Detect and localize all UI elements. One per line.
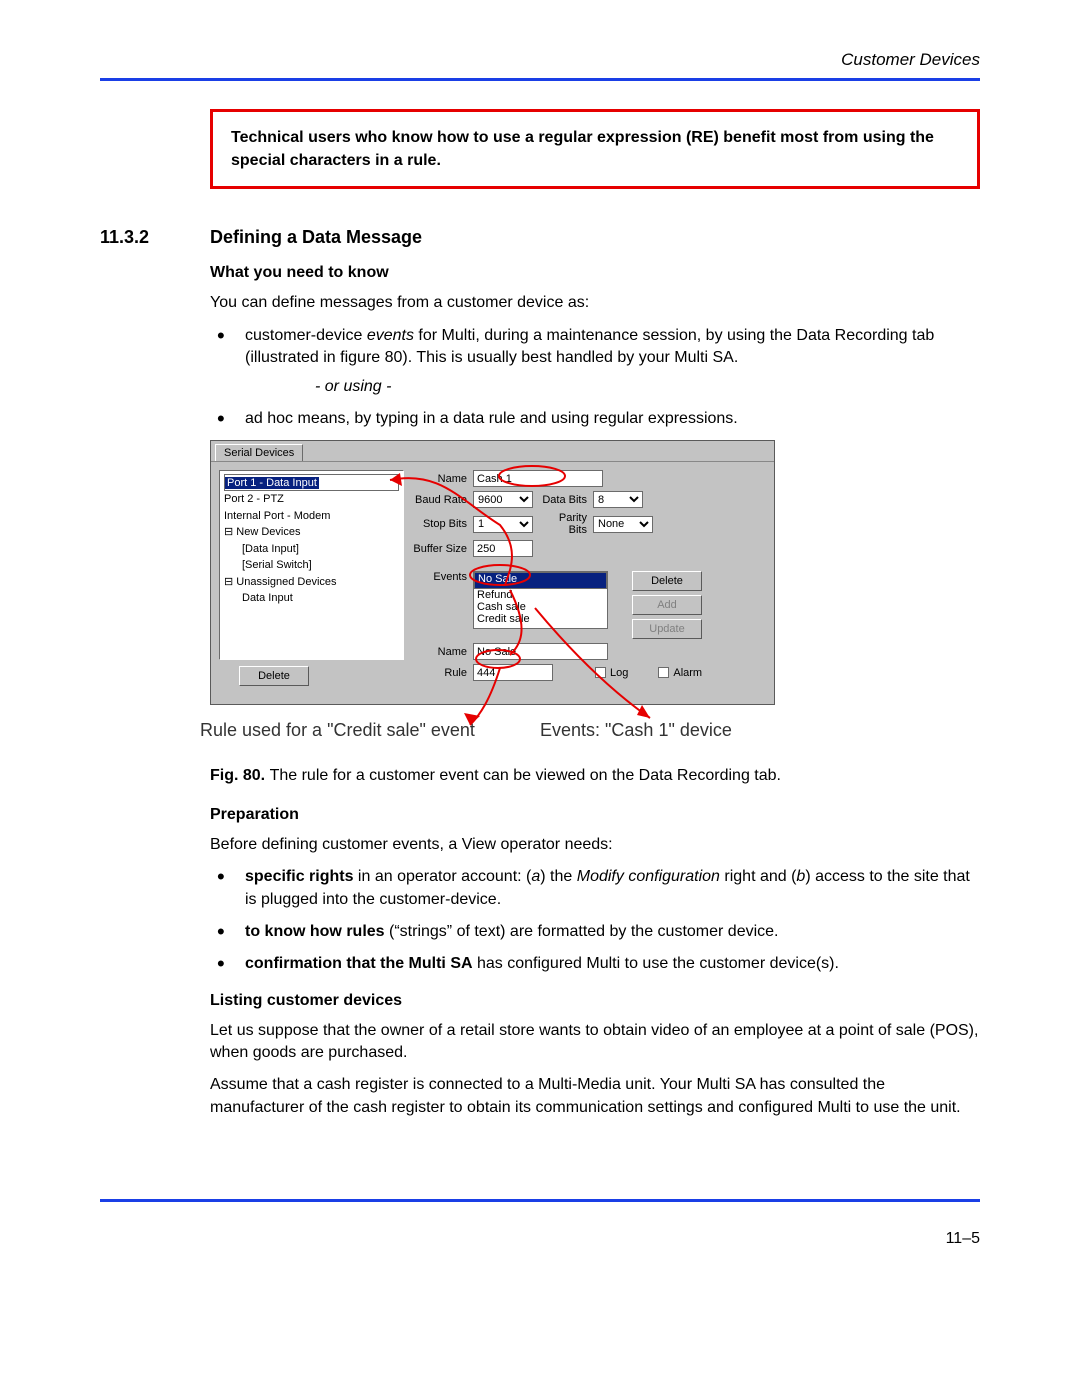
prep-bullet-confirmation: confirmation that the Multi SA has confi… (245, 953, 980, 975)
txt: customer-device (245, 327, 367, 344)
prep-bullet-rules: to know how rules (“strings” of text) ar… (245, 921, 980, 943)
tab-serial-devices[interactable]: Serial Devices (215, 444, 303, 461)
parity-label: Parity Bits (539, 512, 587, 536)
alarm-checkbox[interactable]: Alarm (658, 667, 702, 679)
events-label: Events (412, 571, 467, 583)
note-box: Technical users who know how to use a re… (210, 109, 980, 189)
events-listbox[interactable]: No Sale Refund Cash sale Credit sale (473, 571, 608, 629)
tree-internal[interactable]: Internal Port - Modem (224, 508, 399, 525)
serial-devices-dialog: Serial Devices Port 1 - Data Input Port … (210, 440, 775, 705)
footer-rule (100, 1199, 980, 1202)
header-rule (100, 78, 980, 81)
name2-label: Name (412, 646, 467, 658)
listing-p2: Assume that a cash register is connected… (210, 1074, 980, 1119)
intro-para: You can define messages from a customer … (210, 292, 980, 314)
buffer-label: Buffer Size (412, 543, 467, 555)
section-number: 11.3.2 (100, 227, 210, 248)
figure-dialog: Serial Devices Port 1 - Data Input Port … (210, 440, 980, 705)
name-input[interactable] (473, 470, 603, 487)
baud-label: Baud Rate (412, 494, 467, 506)
stopbits-label: Stop Bits (412, 518, 467, 530)
prep-bullet-rights: specific rights in an operator account: … (245, 866, 980, 911)
txt-em: events (367, 327, 414, 344)
event-opt-cashsale[interactable]: Cash sale (474, 601, 607, 613)
bullet-adhoc: ad hoc means, by typing in a data rule a… (245, 408, 980, 430)
tree-serialswitch[interactable]: [Serial Switch] (224, 557, 399, 574)
name-label: Name (412, 473, 467, 485)
parity-select[interactable]: None (593, 516, 653, 533)
stopbits-select[interactable]: 1 (473, 516, 533, 533)
baud-select[interactable]: 9600 (473, 491, 533, 508)
note-text: Technical users who know how to use a re… (231, 126, 959, 172)
tree-newdevices[interactable]: ⊟ New Devices (224, 524, 399, 541)
name2-input[interactable] (473, 643, 608, 660)
databits-label: Data Bits (539, 494, 587, 506)
tree-delete-button[interactable]: Delete (239, 666, 309, 686)
subhead-listing: Listing customer devices (210, 992, 980, 1010)
tree-unassigned[interactable]: ⊟ Unassigned Devices (224, 574, 399, 591)
tree-datainput[interactable]: [Data Input] (224, 541, 399, 558)
page-number: 11–5 (100, 1230, 980, 1248)
rule-input[interactable] (473, 664, 553, 681)
subhead-what-you-need: What you need to know (210, 264, 980, 282)
rule-label: Rule (412, 667, 467, 679)
tree-port2[interactable]: Port 2 - PTZ (224, 491, 399, 508)
device-tree[interactable]: Port 1 - Data Input Port 2 - PTZ Interna… (219, 470, 404, 660)
callout-events: Events: "Cash 1" device (540, 720, 732, 741)
fig-label: Fig. 80. (210, 767, 270, 784)
listing-p1: Let us suppose that the owner of a retai… (210, 1020, 980, 1065)
tab-strip: Serial Devices (211, 441, 774, 462)
log-checkbox[interactable]: Log (595, 667, 628, 679)
fig-text: The rule for a customer event can be vie… (270, 767, 781, 784)
subhead-preparation: Preparation (210, 806, 980, 824)
buffer-input[interactable] (473, 540, 533, 557)
event-opt-nosale[interactable]: No Sale (474, 572, 607, 589)
tree-unassigned-child[interactable]: Data Input (224, 590, 399, 607)
bullet-events: customer-device events for Multi, during… (245, 325, 980, 398)
figure-caption: Fig. 80. The rule for a customer event c… (210, 765, 980, 787)
events-add-button[interactable]: Add (632, 595, 702, 615)
events-update-button[interactable]: Update (632, 619, 702, 639)
event-opt-creditsale[interactable]: Credit sale (474, 613, 607, 625)
databits-select[interactable]: 8 (593, 491, 643, 508)
callout-rule: Rule used for a "Credit sale" event (200, 720, 475, 741)
page-header: Customer Devices (100, 50, 980, 70)
tree-port1[interactable]: Port 1 - Data Input (224, 474, 399, 491)
or-using: - or using - (245, 376, 980, 398)
prep-intro: Before defining customer events, a View … (210, 834, 980, 856)
events-delete-button[interactable]: Delete (632, 571, 702, 591)
event-opt-refund[interactable]: Refund (474, 589, 607, 601)
section-title: Defining a Data Message (210, 227, 422, 248)
